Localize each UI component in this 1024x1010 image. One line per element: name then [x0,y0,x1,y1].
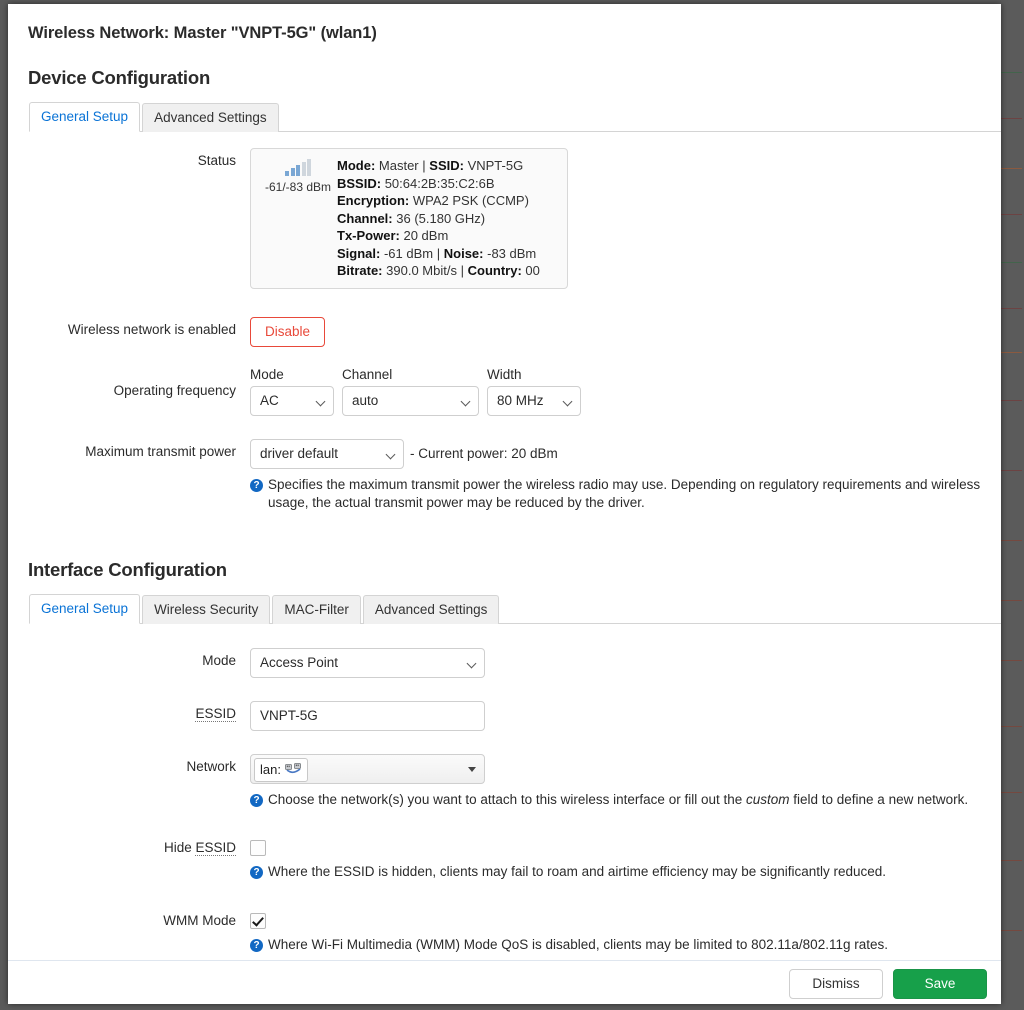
save-button[interactable]: Save [893,969,987,999]
help-icon: ? [250,866,263,879]
tab-device-general-setup[interactable]: General Setup [29,102,141,132]
interface-mode-label: Mode [202,652,236,668]
signal-dbm-value: -61/-83 dBm [264,180,332,194]
help-icon: ? [250,938,263,952]
wmm-mode-help: ? Where Wi-Fi Multimedia (WMM) Mode QoS … [250,936,989,955]
wifi-signal-icon [285,159,311,176]
max-transmit-power-label: Maximum transmit power [85,443,236,459]
essid-input[interactable] [250,700,485,731]
help-icon: ? [250,793,263,807]
essid-label: ESSID [195,705,236,722]
help-text: Where Wi-Fi Multimedia (WMM) Mode QoS is… [268,936,888,952]
width-caption: Width [487,366,522,382]
network-select[interactable]: lan: [250,753,485,784]
signal-indicator: -61/-83 dBm [259,157,337,194]
frequency-width-select[interactable]: 80 MHz [487,385,581,416]
interface-mode-row: Mode Access Point [20,647,989,678]
status-line: Tx-Power: 20 dBm [337,228,449,243]
tab-interface-wireless-security[interactable]: Wireless Security [142,594,271,624]
network-label: Network [186,758,236,774]
network-help: ? Choose the network(s) you want to atta… [250,791,972,810]
tab-interface-general-setup[interactable]: General Setup [29,593,141,624]
essid-row: ESSID [20,700,989,731]
hide-essid-row: Hide ESSID ? Where the ESSID is hidden, … [20,835,989,882]
tab-interface-mac-filter[interactable]: MAC-Filter [272,594,361,624]
disable-button[interactable]: Disable [250,316,326,347]
tab-interface-advanced-settings[interactable]: Advanced Settings [362,594,500,624]
frequency-channel-group: Channel auto [342,367,479,416]
help-text: Where the ESSID is hidden, clients may f… [268,864,887,879]
hide-essid-help: ? Where the ESSID is hidden, clients may… [250,863,985,882]
tab-device-advanced-settings[interactable]: Advanced Settings [142,103,279,132]
device-config-tabs: General Setup Advanced Settings [29,101,1001,132]
ethernet-icon [285,763,301,774]
status-detail-list: Mode: Master | SSID: VNPT-5G BSSID: 50:6… [337,157,557,280]
wireless-status-box: -61/-83 dBm Mode: Master | SSID: VNPT-5G… [250,148,568,289]
hide-essid-checkbox[interactable] [250,840,266,856]
max-transmit-power-row: Maximum transmit power driver default - … [20,438,989,513]
interface-config-tabs: General Setup Wireless Security MAC-Filt… [29,593,1001,624]
max-transmit-power-select[interactable]: driver default [250,438,404,469]
help-text: Choose the network(s) you want to attach… [268,791,969,807]
network-chip-lan[interactable]: lan: [254,757,308,782]
hide-essid-label: Hide ESSID [163,840,236,856]
frequency-mode-select[interactable]: AC [250,385,334,416]
wmm-mode-label: WMM Mode [163,912,236,928]
frequency-mode-group: Mode AC [250,367,334,416]
wmm-mode-checkbox[interactable] [250,912,266,929]
interface-configuration-heading: Interface Configuration [28,558,227,580]
mode-caption: Mode [250,366,284,382]
operating-frequency-row: Operating frequency Mode AC Channel auto… [20,367,989,416]
wireless-network-modal: Wireless Network: Master "VNPT-5G" (wlan… [8,4,1001,1004]
wireless-enable-row: Wireless network is enabled Disable [20,316,989,347]
status-line: Bitrate: 390.0 Mbit/s | Country: 00 [337,263,540,278]
network-row: Network lan: ? Choose the network(s) you… [20,753,989,810]
help-text: Specifies the maximum transmit power the… [268,476,981,511]
current-power-note: - Current power: 20 dBm [410,445,558,461]
status-row: Status -61/-83 dBm Mode: Master | SSID: … [20,148,989,289]
frequency-channel-select[interactable]: auto [342,385,479,416]
channel-caption: Channel [342,366,393,382]
wmm-mode-row: WMM Mode ? Where Wi-Fi Multimedia (WMM) … [20,908,989,955]
operating-frequency-label: Operating frequency [113,382,236,398]
frequency-width-group: Width 80 MHz [487,367,581,416]
caret-down-icon [468,766,476,772]
network-chip-label: lan: [260,761,281,777]
status-line: Mode: Master | SSID: VNPT-5G [337,158,524,173]
interface-mode-select[interactable]: Access Point [250,647,485,678]
status-line: Channel: 36 (5.180 GHz) [337,210,486,226]
status-line: Signal: -61 dBm | Noise: -83 dBm [337,245,537,261]
status-line: Encryption: WPA2 PSK (CCMP) [337,193,529,208]
max-transmit-power-help: ? Specifies the maximum transmit power t… [250,476,985,513]
modal-title: Wireless Network: Master "VNPT-5G" (wlan… [28,24,377,42]
help-icon: ? [250,478,263,492]
modal-footer: Dismiss Save [8,960,1001,1004]
device-configuration-heading: Device Configuration [28,67,211,88]
status-label: Status [197,153,236,168]
status-line: BSSID: 50:64:2B:35:C2:6B [337,175,495,191]
wireless-enabled-label: Wireless network is enabled [67,321,236,337]
dismiss-button[interactable]: Dismiss [789,969,883,999]
